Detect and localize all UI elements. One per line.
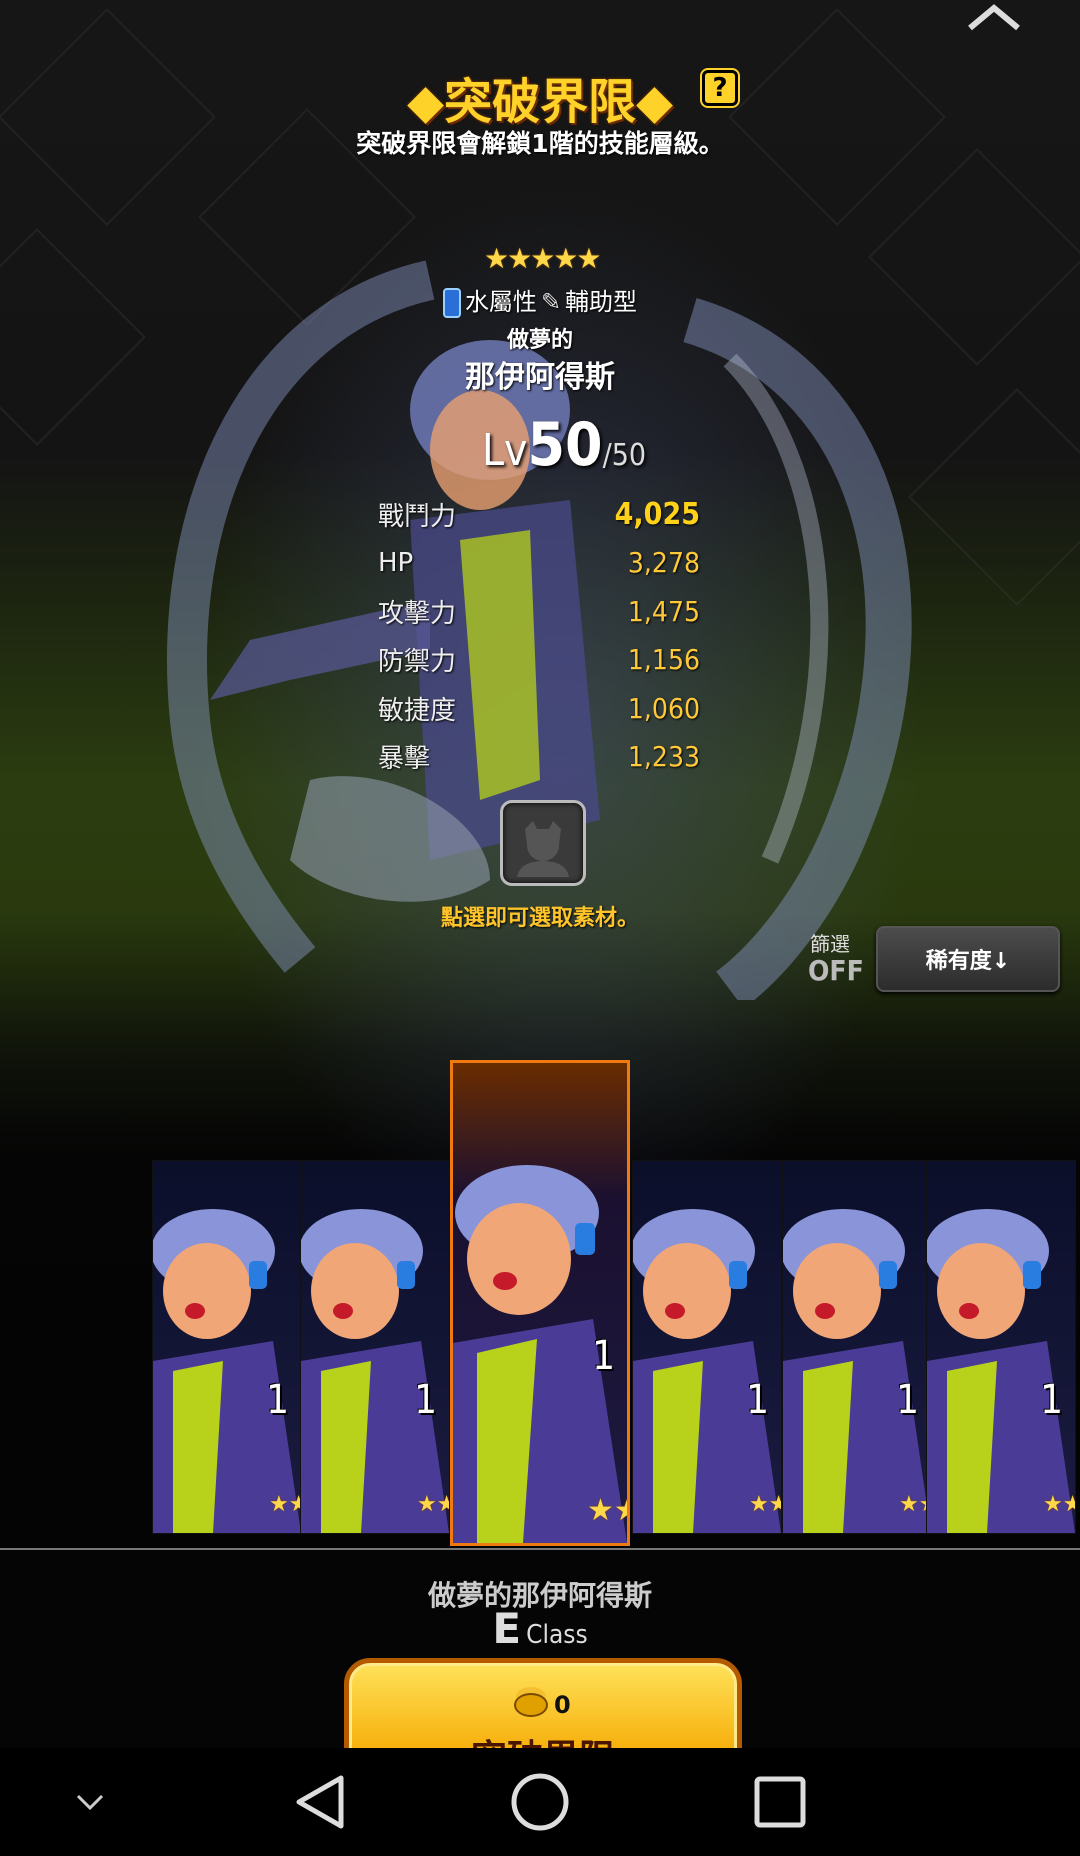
rarity-stars: ★★★★★: [484, 242, 602, 275]
stat-row-defense: 防禦力 1,156: [378, 636, 700, 685]
stat-value: 1,233: [627, 740, 700, 774]
recents-icon[interactable]: [720, 1748, 840, 1856]
material-card-selected[interactable]: 1 ★★★★★: [450, 1060, 630, 1546]
material-card[interactable]: 1 ★★★★★: [632, 1160, 782, 1534]
stat-label: 戰鬥力: [378, 501, 457, 532]
class-badge: E Class: [0, 1604, 1080, 1653]
stat-value: 4,025: [614, 496, 700, 532]
card-portrait: [783, 1209, 931, 1533]
filter-label: 篩選: [810, 932, 850, 956]
coin-icon: [514, 1693, 548, 1717]
card-stars: ★★★★★: [749, 1492, 781, 1517]
stat-row-attack: 攻擊力 1,475: [378, 587, 700, 636]
stat-row-critical: 暴擊 1,233: [378, 733, 700, 782]
class-letter: E: [492, 1604, 522, 1653]
stat-label: 攻擊力: [378, 598, 457, 629]
stat-value: 3,278: [627, 546, 700, 580]
level-prefix: Lv: [482, 425, 528, 476]
home-icon[interactable]: [480, 1748, 600, 1856]
card-portrait: [301, 1209, 449, 1533]
card-stars: ★★★★★: [417, 1492, 449, 1517]
card-portrait: [153, 1209, 301, 1533]
card-stars: ★★★★★: [1043, 1492, 1075, 1517]
material-slot[interactable]: [500, 800, 586, 886]
card-count: 1: [1040, 1377, 1063, 1423]
page-title: ◆突破界限◆: [407, 74, 673, 130]
card-count: 1: [266, 1377, 289, 1423]
material-card[interactable]: 1 ★★★★★: [926, 1160, 1076, 1534]
chevron-down-icon[interactable]: [50, 1748, 130, 1856]
page-subtitle: 突破界限會解鎖1階的技能層級。: [356, 129, 724, 158]
stat-value: 1,156: [627, 643, 700, 677]
stat-row-hp: HP 3,278: [378, 539, 700, 588]
system-navbar: [0, 1748, 1080, 1856]
card-count: 1: [746, 1377, 769, 1423]
stat-label: 暴擊: [378, 744, 431, 775]
silhouette-icon: [517, 821, 569, 877]
card-count: 1: [414, 1377, 437, 1423]
card-portrait: [633, 1209, 781, 1533]
help-icon[interactable]: ?: [702, 70, 738, 106]
material-card[interactable]: 1 ★★★★★: [782, 1160, 932, 1534]
type-label: 輔助型: [565, 288, 638, 316]
stat-value: 1,475: [627, 594, 700, 628]
character-name: 那伊阿得斯: [465, 360, 615, 395]
card-count: 1: [592, 1333, 615, 1379]
card-stars: ★★★★★: [587, 1493, 627, 1528]
cost-value: 0: [554, 1691, 571, 1719]
material-card-list: 1 ★★★★★ 1 ★★★★★ 1 ★★★★★: [0, 1050, 1080, 1546]
class-word: Class: [526, 1620, 588, 1650]
level-max: /50: [602, 438, 647, 473]
card-stars: ★★★★★: [269, 1492, 301, 1517]
back-icon[interactable]: [260, 1748, 380, 1856]
stat-row-agility: 敏捷度 1,060: [378, 684, 700, 733]
wing-icon: ✎: [540, 288, 562, 316]
sort-rarity-button[interactable]: 稀有度↓: [876, 926, 1060, 992]
stat-label: 防禦力: [378, 647, 457, 678]
stat-value: 1,060: [627, 691, 700, 725]
card-count: 1: [896, 1377, 919, 1423]
card-stars: ★★★★★: [899, 1492, 931, 1517]
material-card[interactable]: 1 ★★★★★: [300, 1160, 450, 1534]
stat-label: HP: [378, 547, 414, 578]
level-value: 50: [527, 410, 603, 480]
stats-table: 戰鬥力 4,025 HP 3,278 攻擊力 1,475 防禦力 1,156 敏捷度 1,…: [378, 490, 700, 781]
character-attributes: 水屬性 ✎ 輔助型: [0, 282, 1080, 318]
stat-label: 敏捷度: [378, 695, 457, 726]
card-portrait: [453, 1165, 627, 1543]
filter-toggle[interactable]: OFF: [808, 954, 864, 987]
stat-row-power: 戰鬥力 4,025: [378, 490, 700, 539]
material-card[interactable]: 1 ★★★★★: [152, 1160, 302, 1534]
card-portrait: [927, 1209, 1075, 1533]
character-epithet: 做夢的: [506, 328, 573, 353]
attribute-label: 水屬性: [464, 288, 537, 316]
character-level: Lv50/50: [482, 410, 646, 480]
water-drop-icon: [442, 288, 461, 318]
close-chevron-icon[interactable]: [966, 2, 1022, 32]
